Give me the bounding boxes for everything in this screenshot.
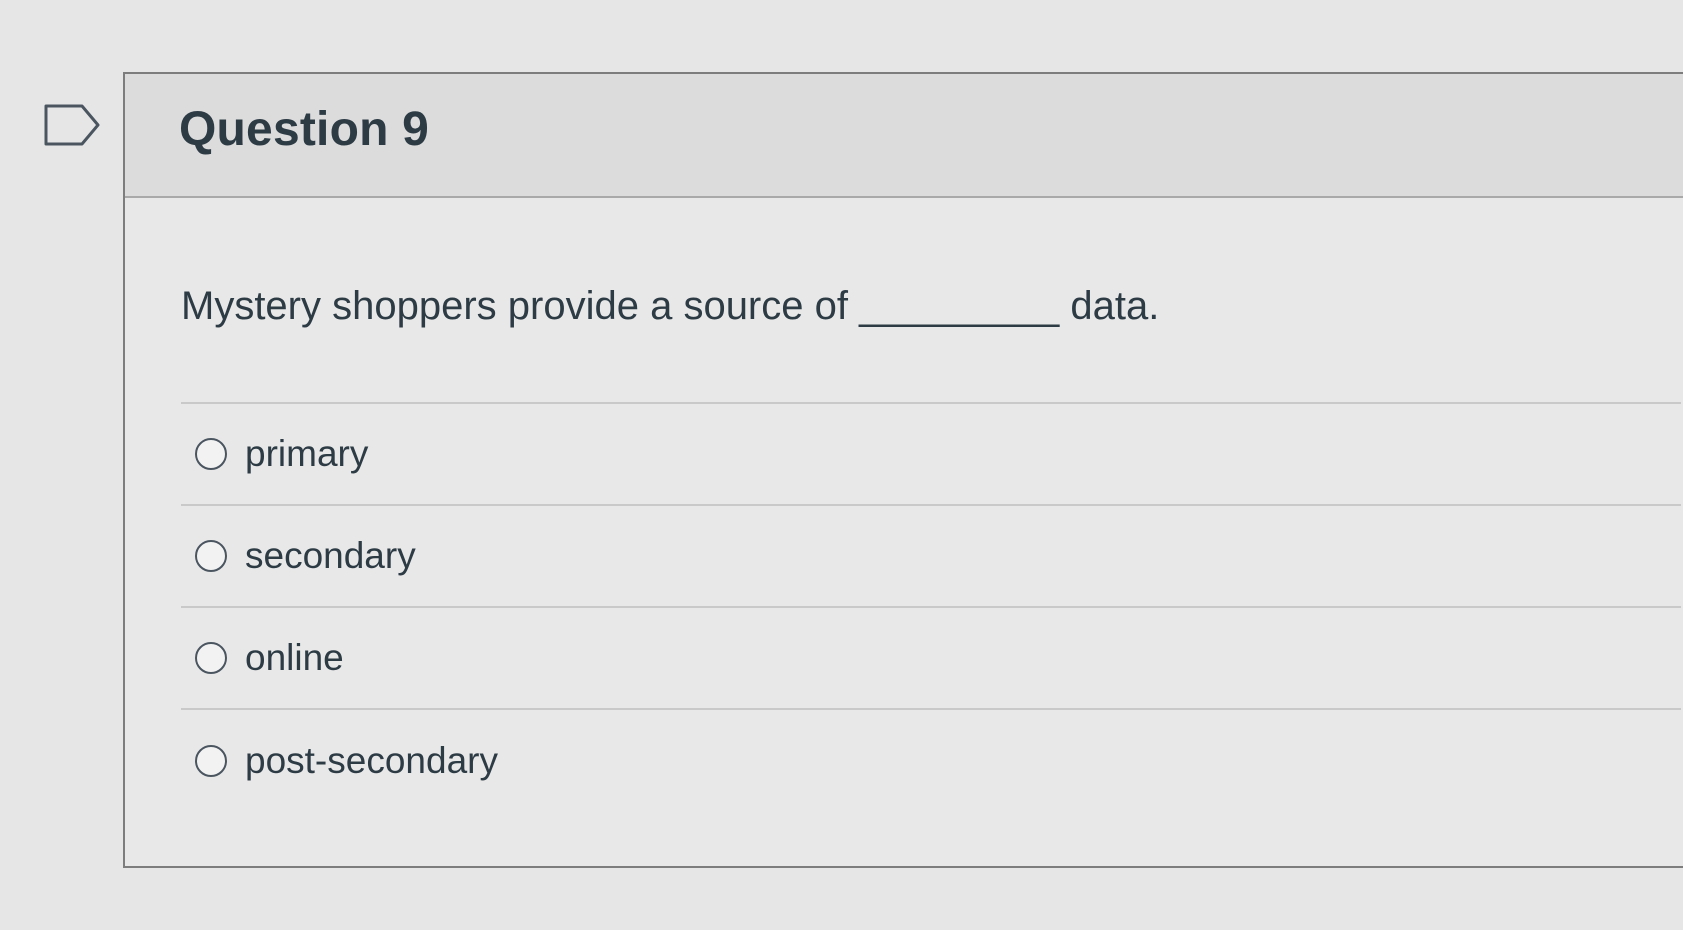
answer-option-secondary[interactable]: secondary — [181, 506, 1681, 608]
question-card: Question 9 Mystery shoppers provide a so… — [123, 72, 1683, 868]
question-prompt: Mystery shoppers provide a source of ___… — [181, 284, 1160, 328]
radio-button-post-secondary[interactable] — [195, 745, 227, 777]
flag-question-icon[interactable] — [44, 104, 102, 146]
answer-label: post-secondary — [245, 740, 498, 781]
answer-option-online[interactable]: online — [181, 608, 1681, 710]
answer-label: primary — [245, 433, 369, 474]
question-header: Question 9 — [125, 74, 1683, 198]
answer-option-primary[interactable]: primary — [181, 404, 1681, 506]
radio-button-secondary[interactable] — [195, 540, 227, 572]
answer-option-post-secondary[interactable]: post-secondary — [181, 710, 1681, 812]
question-title: Question 9 — [179, 103, 430, 156]
answer-list: primary secondary online post-secondary — [181, 402, 1681, 812]
radio-button-online[interactable] — [195, 642, 227, 674]
answer-label: online — [245, 637, 344, 678]
radio-button-primary[interactable] — [195, 438, 227, 470]
answer-label: secondary — [245, 535, 416, 576]
